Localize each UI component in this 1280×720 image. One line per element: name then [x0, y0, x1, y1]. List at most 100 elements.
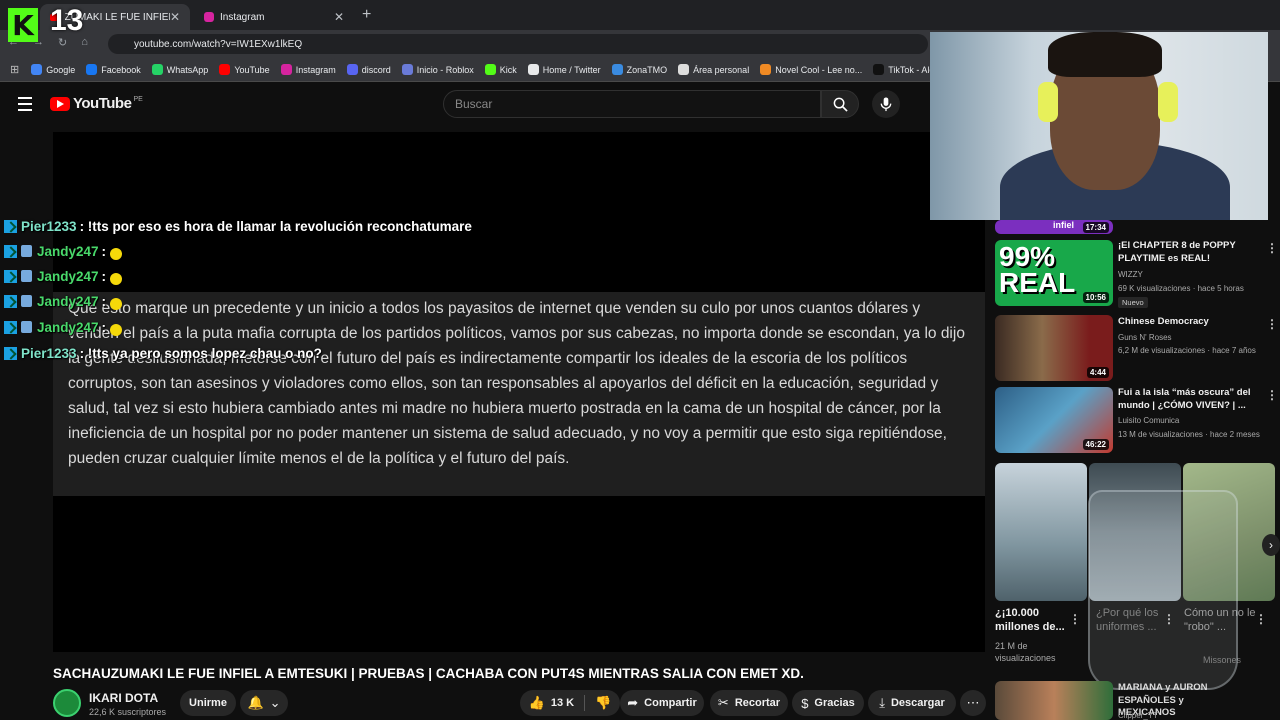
- chat-badge-icon: [4, 294, 17, 308]
- chat-username: Jandy247: [37, 293, 99, 309]
- tab-instagram[interactable]: Instagram ✕: [194, 4, 354, 30]
- more-options-icon[interactable]: ⋮: [1266, 388, 1278, 402]
- bookmark-label: Google: [46, 64, 76, 75]
- bookmark-item[interactable]: ZonaTMO: [611, 64, 668, 75]
- bookmark-icon: [611, 64, 623, 75]
- bookmark-item[interactable]: Kick: [484, 64, 517, 75]
- bookmark-item[interactable]: Área personal: [678, 64, 749, 75]
- close-tab-icon[interactable]: ✕: [334, 10, 344, 24]
- chat-username: Pier1233: [21, 345, 77, 361]
- menu-icon[interactable]: [18, 97, 32, 115]
- more-options-icon[interactable]: ⋮: [1266, 317, 1278, 331]
- video-duration: 17:34: [1082, 222, 1109, 233]
- chat-text: :: [101, 319, 107, 335]
- chat-username: Jandy247: [37, 243, 99, 259]
- kick-viewer-count: 13: [50, 4, 84, 37]
- search-input[interactable]: Buscar: [443, 90, 821, 118]
- chat-message: Jandy247:: [4, 316, 123, 338]
- sidebar-channel[interactable]: Clipper_YT: [1118, 711, 1158, 720]
- tab-label: Instagram: [220, 11, 265, 23]
- close-tab-icon[interactable]: ✕: [170, 10, 180, 24]
- sidebar-thumbnail[interactable]: 46:22: [995, 387, 1113, 453]
- like-button[interactable]: 👍 13 K 👎: [520, 690, 620, 716]
- bookmark-item[interactable]: WhatsApp: [151, 64, 208, 75]
- search-button[interactable]: [821, 90, 859, 118]
- search-placeholder: Buscar: [455, 97, 493, 111]
- apps-icon[interactable]: ⊞: [10, 63, 19, 76]
- voice-search-button[interactable]: [872, 90, 900, 118]
- new-tab-icon[interactable]: +: [362, 6, 371, 24]
- share-button[interactable]: ➦ Compartir: [620, 690, 704, 716]
- bell-icon: 🔔: [247, 695, 264, 710]
- bookmark-icon: [346, 64, 358, 75]
- more-options-icon[interactable]: ⋮: [1069, 612, 1081, 626]
- chat-badge-icon: [4, 269, 17, 283]
- sidebar-thumbnail[interactable]: 4:44: [995, 315, 1113, 381]
- video-duration: 46:22: [1082, 439, 1109, 450]
- video-duration: 10:56: [1082, 292, 1109, 303]
- chat-message: Pier1233: !tts por eso es hora de llamar…: [4, 215, 472, 237]
- bookmark-icon: [873, 64, 885, 75]
- chat-username: Jandy247: [37, 268, 99, 284]
- bookmark-label: discord: [361, 64, 391, 75]
- clip-button[interactable]: ✂ Recortar: [710, 690, 788, 716]
- bookmark-item[interactable]: Google: [31, 64, 75, 75]
- sidebar-video-title[interactable]: ¡El CHAPTER 8 de POPPY PLAYTIME es REAL!: [1118, 240, 1263, 265]
- like-count: 13 K: [550, 697, 575, 709]
- sidebar-thumbnail[interactable]: [995, 681, 1113, 720]
- chat-badge-icon: [4, 346, 17, 360]
- bookmark-icon: [86, 64, 98, 75]
- bookmark-label: Novel Cool - Lee no...: [775, 64, 863, 75]
- chat-message: Pier1233: !tts ya pero somos lopez chau …: [4, 342, 322, 364]
- headset-icon: [1038, 82, 1058, 122]
- bookmark-item[interactable]: Facebook: [86, 64, 141, 75]
- bookmark-icon: [484, 64, 496, 75]
- short-meta: 21 M de visualizaciones: [995, 641, 1056, 663]
- bookmark-item[interactable]: Home / Twitter: [527, 64, 601, 75]
- sidebar-meta: 13 M de visualizaciones · hace 2 meses: [1118, 430, 1260, 439]
- channel-name[interactable]: IKARI DOTA: [89, 691, 158, 705]
- notifications-button[interactable]: 🔔 ⌄: [240, 690, 288, 716]
- sidebar-thumbnail[interactable]: 99% REAL 10:56: [995, 240, 1113, 306]
- bookmark-item[interactable]: Novel Cool - Lee no...: [760, 64, 862, 75]
- subscriber-badge-icon: [21, 245, 32, 257]
- sidebar-meta: 6,2 M de visualizaciones · hace 7 años: [1118, 346, 1256, 355]
- sidebar-channel[interactable]: WIZZY: [1118, 270, 1143, 279]
- channel-avatar[interactable]: [53, 689, 81, 717]
- thanks-button[interactable]: $ Gracias: [792, 690, 864, 716]
- thumbnail-text: 99% REAL: [999, 241, 1076, 298]
- more-actions-button[interactable]: ⋯: [960, 690, 986, 716]
- youtube-wordmark: YouTube: [73, 95, 132, 112]
- youtube-logo[interactable]: YouTube PE: [50, 95, 143, 112]
- bookmark-item[interactable]: discord: [346, 64, 391, 75]
- bookmark-icon: [151, 64, 163, 75]
- sidebar-video-title[interactable]: Chinese Democracy: [1118, 316, 1263, 329]
- bookmark-item[interactable]: Instagram: [280, 64, 336, 75]
- emote-icon: [110, 273, 123, 285]
- join-button[interactable]: Unirme: [180, 690, 236, 716]
- bookmark-item[interactable]: YouTube: [219, 64, 270, 75]
- short-thumbnail[interactable]: [995, 463, 1087, 601]
- sidebar-video-title[interactable]: Fui a la isla “más oscura” del mundo | ¿…: [1118, 387, 1263, 412]
- bookmark-label: Inicio - Roblox: [416, 64, 474, 75]
- bookmark-label: ZonaTMO: [626, 64, 668, 75]
- more-options-icon[interactable]: ⋮: [1255, 612, 1267, 626]
- search-icon: [833, 97, 848, 112]
- short-title[interactable]: ¿¡10.000 millones de...: [995, 606, 1073, 634]
- download-button[interactable]: ⤓ Descargar: [868, 690, 956, 716]
- streamer-hair: [1048, 32, 1162, 77]
- more-options-icon[interactable]: ⋮: [1266, 241, 1278, 255]
- chat-text: :: [101, 293, 107, 309]
- sidebar-thumbnail-partial[interactable]: infiel 17:34: [995, 220, 1113, 234]
- bookmark-item[interactable]: Inicio - Roblox: [401, 64, 474, 75]
- video-title: SACHAUZUMAKI LE FUE INFIEL A EMTESUKI | …: [53, 666, 804, 681]
- sidebar-channel[interactable]: Luisito Comunica: [1118, 416, 1179, 425]
- next-arrow-icon[interactable]: ›: [1262, 534, 1280, 556]
- chat-username: Jandy247: [37, 319, 99, 335]
- thumbs-down-icon[interactable]: 👎: [595, 695, 611, 711]
- subscriber-badge-icon: [21, 321, 32, 333]
- url-field[interactable]: youtube.com/watch?v=IW1EXw1lkEQ: [108, 34, 928, 54]
- youtube-play-icon: [50, 96, 70, 111]
- sidebar-channel[interactable]: Guns N' Roses: [1118, 333, 1172, 342]
- bookmark-icon: [760, 64, 772, 75]
